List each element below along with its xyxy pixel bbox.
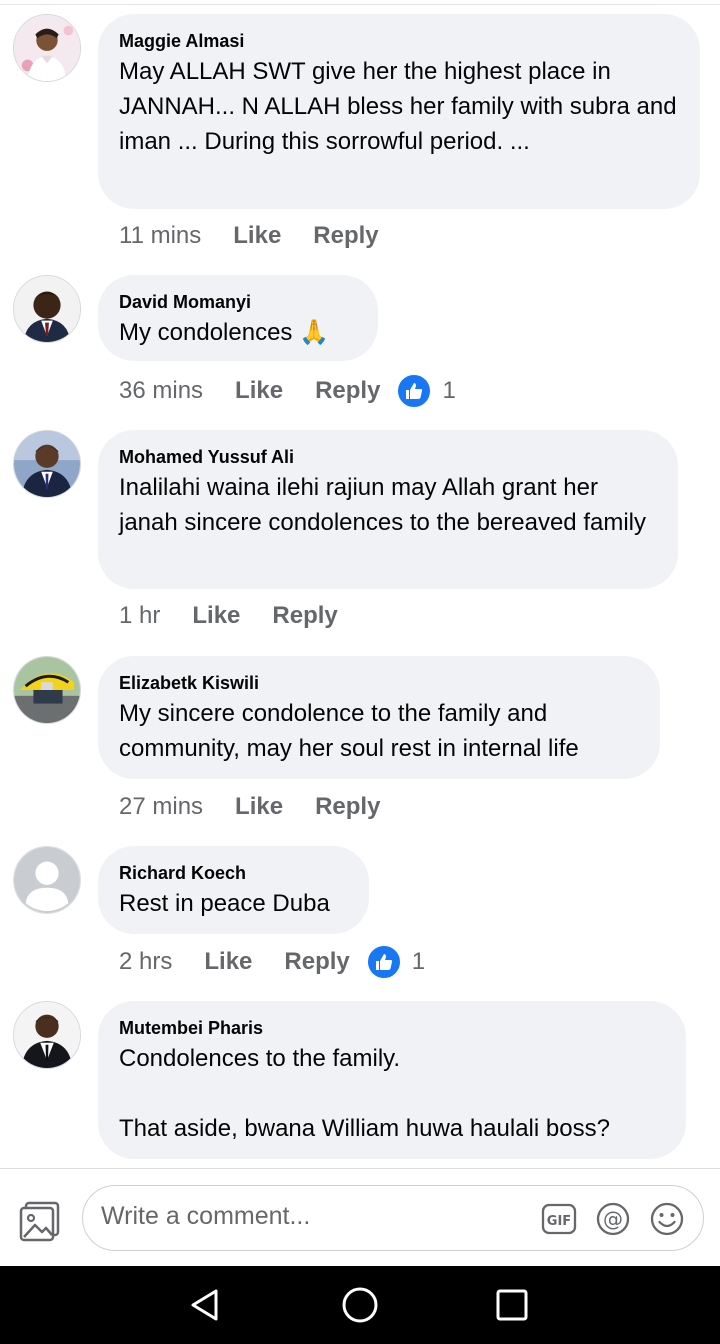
back-icon[interactable] [186, 1285, 226, 1325]
comment-bubble: Mohamed Yussuf Ali Inalilahi waina ilehi… [98, 430, 678, 589]
comment-text: May ALLAH SWT give her the highest place… [119, 58, 684, 155]
comment-bubble: Maggie Almasi May ALLAH SWT give her the… [98, 14, 700, 209]
home-icon[interactable] [340, 1285, 380, 1325]
comment-author[interactable]: Maggie Almasi [119, 30, 678, 52]
comment-text: My condolences 🙏 [119, 319, 329, 346]
avatar-photo [14, 276, 80, 342]
comment-time[interactable]: 36 mins [119, 377, 203, 405]
recents-icon[interactable] [492, 1285, 532, 1325]
comment-text: Rest in peace Duba [119, 890, 330, 917]
comment-author[interactable]: Elizabetk Kiswili [119, 672, 638, 694]
comment-time[interactable]: 2 hrs [119, 948, 172, 976]
system-nav-bar [0, 1266, 720, 1344]
comment-actions: 36 mins Like Reply 1 [119, 371, 456, 411]
like-reaction-icon[interactable] [396, 373, 433, 409]
avatar[interactable] [13, 275, 81, 343]
avatar[interactable] [13, 1001, 81, 1069]
avatar-photo [14, 15, 80, 81]
comment-bubble: Richard Koech Rest in peace Duba [98, 846, 369, 934]
avatar-photo [14, 431, 80, 497]
comment-actions: 1 hr Like Reply [119, 596, 370, 636]
gif-icon[interactable]: GIF [541, 1201, 577, 1237]
like-button[interactable]: Like [235, 377, 283, 405]
comment-text: Condolences to the family. That aside, b… [119, 1045, 610, 1142]
comment-time[interactable]: 1 hr [119, 602, 160, 630]
reaction-count[interactable]: 1 [442, 377, 455, 405]
comment-bubble: David Momanyi My condolences 🙏 [98, 275, 378, 361]
svg-text:GIF: GIF [547, 1214, 571, 1229]
comment-actions: 11 mins Like Reply [119, 216, 411, 256]
svg-text:@: @ [603, 1207, 623, 1231]
like-button[interactable]: Like [204, 948, 252, 976]
comment-author[interactable]: Mutembei Pharis [119, 1017, 664, 1039]
default-avatar-icon[interactable] [13, 846, 81, 914]
comment-author[interactable]: David Momanyi [119, 291, 356, 313]
emoji-icon[interactable] [649, 1201, 685, 1237]
avatar[interactable] [13, 14, 81, 82]
comment-composer: Write a comment... GIF @ [0, 1169, 720, 1266]
avatar-photo [14, 657, 80, 723]
comment-bubble: Mutembei Pharis Condolences to the famil… [98, 1001, 686, 1159]
comment-input[interactable]: Write a comment... GIF @ [82, 1185, 704, 1251]
photo-icon[interactable] [18, 1199, 62, 1243]
comment-input-placeholder: Write a comment... [101, 1202, 311, 1230]
avatar[interactable] [13, 656, 81, 724]
comment-actions: 27 mins Like Reply [119, 787, 412, 827]
like-button[interactable]: Like [233, 222, 281, 250]
reply-button[interactable]: Reply [313, 222, 378, 250]
reply-button[interactable]: Reply [284, 948, 349, 976]
avatar[interactable] [13, 430, 81, 498]
comment-text: My sincere condolence to the family and … [119, 700, 579, 762]
reaction-count[interactable]: 1 [412, 948, 425, 976]
like-button[interactable]: Like [192, 602, 240, 630]
like-reaction-icon[interactable] [365, 944, 402, 980]
comment-time[interactable]: 27 mins [119, 793, 203, 821]
comment-time[interactable]: 11 mins [119, 222, 201, 250]
top-divider [0, 4, 720, 5]
reply-button[interactable]: Reply [315, 377, 380, 405]
comment-author[interactable]: Richard Koech [119, 862, 347, 884]
avatar-photo [14, 1002, 80, 1068]
mention-icon[interactable]: @ [595, 1201, 631, 1237]
like-button[interactable]: Like [235, 793, 283, 821]
comment-author[interactable]: Mohamed Yussuf Ali [119, 446, 656, 468]
comment-actions: 2 hrs Like Reply 1 [119, 942, 425, 982]
reply-button[interactable]: Reply [272, 602, 337, 630]
reply-button[interactable]: Reply [315, 793, 380, 821]
comment-text: Inalilahi waina ilehi rajiun may Allah g… [119, 474, 646, 536]
comment-bubble: Elizabetk Kiswili My sincere condolence … [98, 656, 660, 779]
